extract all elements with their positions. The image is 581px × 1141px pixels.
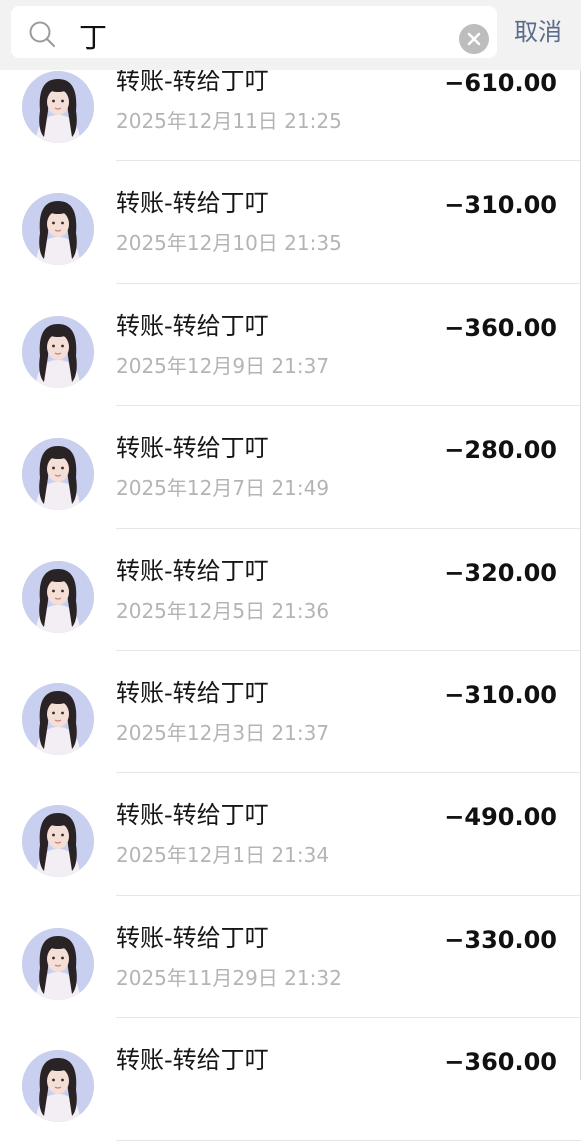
- search-query-text: 丁: [79, 21, 108, 54]
- avatar: [22, 438, 94, 511]
- transaction-amount: −310.00: [444, 680, 557, 709]
- transaction-title: 转账-转给丁叮: [116, 556, 269, 585]
- transaction-title: 转账-转给丁叮: [116, 1046, 269, 1075]
- transaction-amount: −610.00: [444, 69, 557, 97]
- transaction-title: 转账-转给丁叮: [116, 434, 269, 463]
- search-input[interactable]: 丁: [11, 6, 497, 58]
- transaction-amount: −320.00: [444, 558, 557, 587]
- transaction-date: 2025年12月9日 21:37: [116, 353, 330, 378]
- transaction-date: 2025年12月3日 21:37: [116, 720, 330, 745]
- transaction-amount: −330.00: [444, 925, 557, 954]
- transaction-title: 转账-转给丁叮: [116, 801, 269, 830]
- avatar: [22, 682, 94, 755]
- transaction-title: 转账-转给丁叮: [116, 923, 269, 952]
- avatar: [22, 71, 94, 143]
- transaction-row[interactable]: 转账-转给丁叮 2025年12月5日 21:36 −320.00: [0, 529, 581, 651]
- transaction-row[interactable]: 转账-转给丁叮 −360.00: [0, 1018, 581, 1141]
- row-divider: [116, 1139, 581, 1141]
- transaction-amount: −310.00: [444, 191, 557, 220]
- transaction-row[interactable]: 转账-转给丁叮 2025年12月10日 21:35 −310.00: [0, 161, 581, 284]
- avatar: [22, 1050, 94, 1123]
- transaction-row[interactable]: 转账-转给丁叮 2025年11月29日 21:32 −330.00: [0, 896, 581, 1019]
- transaction-row[interactable]: 转账-转给丁叮 2025年12月3日 21:37 −310.00: [0, 651, 581, 774]
- avatar: [22, 805, 94, 878]
- avatar: [22, 927, 94, 1000]
- transaction-date: 2025年12月11日 21:25: [116, 109, 342, 133]
- transaction-date: 2025年12月1日 21:34: [116, 843, 330, 868]
- transaction-date: 2025年12月10日 21:35: [116, 231, 342, 256]
- transaction-row[interactable]: 转账-转给丁叮 2025年12月7日 21:49 −280.00: [0, 406, 581, 529]
- cancel-button[interactable]: 取消: [514, 15, 562, 49]
- transaction-list: 转账-转给丁叮 2025年12月11日 21:25 −610.00 转账-转给丁叮 2…: [0, 39, 581, 1141]
- transaction-title: 转账-转给丁叮: [116, 311, 269, 340]
- clear-search-button[interactable]: [459, 24, 489, 54]
- transaction-date: 2025年12月5日 21:36: [116, 598, 330, 623]
- transaction-title: 转账-转给丁叮: [116, 678, 269, 707]
- avatar: [22, 193, 94, 266]
- transaction-date: 2025年11月29日 21:32: [116, 965, 342, 990]
- transaction-row[interactable]: 转账-转给丁叮 2025年12月1日 21:34 −490.00: [0, 773, 581, 896]
- search-icon: [29, 21, 55, 47]
- avatar: [22, 315, 94, 388]
- avatar: [22, 560, 94, 633]
- transaction-amount: −360.00: [444, 313, 557, 342]
- close-icon: [467, 32, 481, 46]
- transaction-title: 转账-转给丁叮: [116, 189, 269, 218]
- transaction-amount: −490.00: [444, 803, 557, 832]
- transaction-date: 2025年12月7日 21:49: [116, 476, 330, 501]
- transaction-amount: −360.00: [444, 1048, 557, 1077]
- transaction-row[interactable]: 转账-转给丁叮 2025年12月9日 21:37 −360.00: [0, 284, 581, 407]
- search-bar: 丁 取消: [0, 0, 581, 70]
- transaction-amount: −280.00: [444, 436, 557, 465]
